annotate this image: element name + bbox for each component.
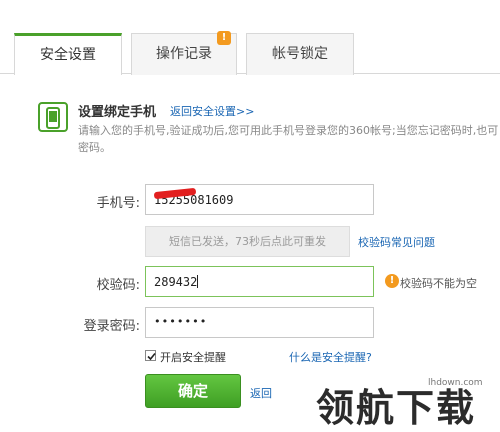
- resend-sms-button[interactable]: 短信已发送，73秒后点此可重发: [145, 226, 350, 257]
- section-title: 设置绑定手机: [78, 105, 157, 120]
- verification-code-value: 289432: [154, 275, 198, 289]
- tab-bar: 安全设置 操作记录 ! 帐号锁定: [0, 0, 500, 75]
- password-label: 登录密码:: [83, 319, 140, 334]
- safety-alert-label: 开启安全提醒: [160, 351, 226, 364]
- password-input-value: •••••••: [154, 315, 208, 328]
- code-error-message: 校验码不能为空: [400, 277, 477, 290]
- section-description-line1: 请输入您的手机号,验证成功后,您可用此手机号登录您的360帐号;当您忘记密码时,…: [78, 124, 499, 137]
- alert-badge-icon: !: [217, 31, 231, 45]
- tab-operation-log[interactable]: 操作记录 !: [131, 31, 237, 75]
- tab-security-settings[interactable]: 安全设置: [14, 33, 122, 75]
- warning-icon: !: [385, 274, 399, 288]
- text-caret: [197, 275, 199, 288]
- password-input[interactable]: •••••••: [145, 307, 374, 338]
- section-description-line2: 密码。: [78, 141, 111, 154]
- confirm-button[interactable]: 确定: [145, 374, 241, 408]
- phone-label: 手机号:: [96, 196, 140, 211]
- checkmark-icon: [147, 352, 156, 361]
- back-to-security-link[interactable]: 返回安全设置>>: [170, 103, 254, 119]
- tab-account-lock[interactable]: 帐号锁定: [246, 33, 354, 75]
- verification-code-input[interactable]: 289432: [145, 266, 374, 297]
- tab-operation-log-label: 操作记录: [156, 46, 212, 62]
- mobile-phone-icon: [38, 102, 68, 132]
- safety-alert-checkbox[interactable]: [145, 350, 156, 361]
- code-label: 校验码:: [96, 278, 140, 293]
- watermark-logo: 领航下载: [316, 386, 477, 430]
- back-link[interactable]: 返回: [250, 385, 272, 401]
- code-faq-link[interactable]: 校验码常见问题: [358, 234, 435, 250]
- safety-alert-help-link[interactable]: 什么是安全提醒?: [289, 349, 372, 365]
